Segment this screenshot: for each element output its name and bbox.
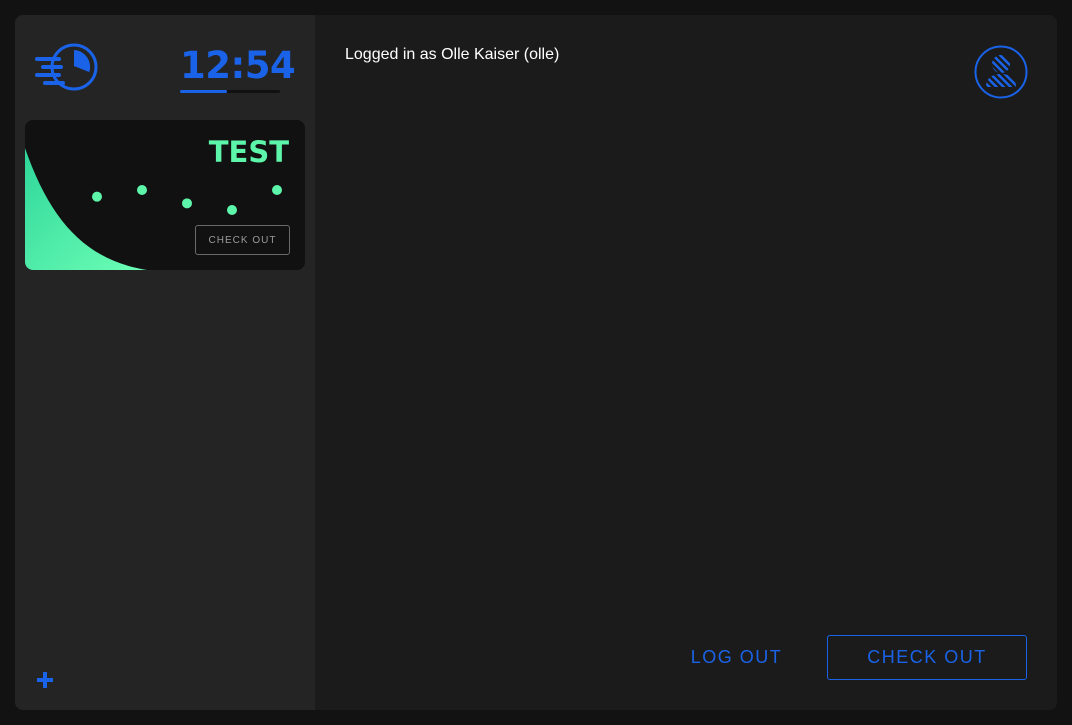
app-window: 12:54 TEST CHECK OUT Logged in as Olle K…: [15, 15, 1057, 710]
sparkline-dot: [92, 191, 102, 202]
main-panel: Logged in as Olle Kaiser (olle) LOG OUT …: [315, 15, 1057, 710]
sparkline-dot: [227, 205, 237, 215]
checkout-button[interactable]: CHECK OUT: [827, 635, 1027, 680]
plus-icon[interactable]: [36, 671, 54, 689]
user-avatar-icon[interactable]: [974, 45, 1028, 99]
project-card[interactable]: TEST CHECK OUT: [25, 120, 305, 270]
login-status-text: Logged in as Olle Kaiser (olle): [345, 46, 560, 63]
clock: 12:54: [180, 43, 296, 93]
clock-progress-bar: [180, 90, 280, 93]
clock-speed-icon: [35, 43, 98, 91]
clock-time: 12:54: [180, 44, 296, 87]
clock-progress-fill: [180, 90, 227, 93]
sparkline-dot: [272, 185, 282, 195]
sparkline-dot: [137, 185, 147, 195]
card-checkout-button[interactable]: CHECK OUT: [195, 225, 290, 255]
logout-button[interactable]: LOG OUT: [675, 635, 798, 680]
sidebar: 12:54 TEST CHECK OUT: [15, 15, 315, 710]
sparkline-dot: [182, 198, 192, 209]
